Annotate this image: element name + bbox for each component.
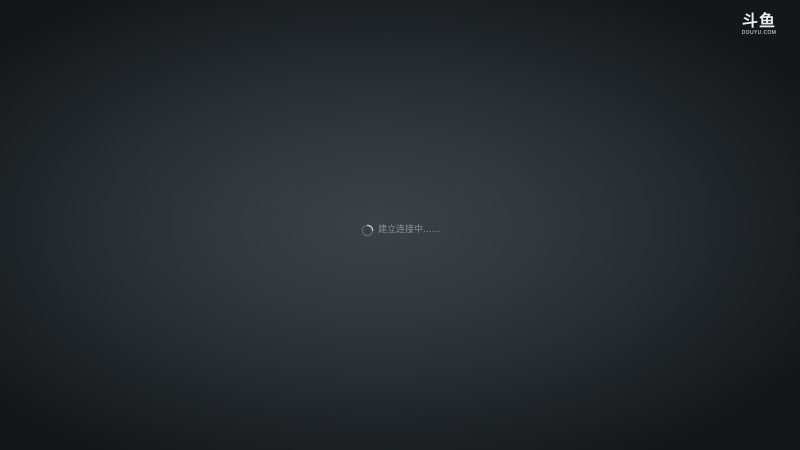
loading-text: 建立连接中...... [378, 225, 441, 235]
logo-mark: 斗鱼 [741, 11, 776, 30]
loading-indicator: 建立连接中...... [361, 222, 440, 238]
douyu-logo: 斗鱼 DOUYU.COM [732, 12, 786, 37]
logo-subtitle: DOUYU.COM [741, 30, 777, 36]
spinner-icon [361, 224, 374, 236]
video-player[interactable]: 斗鱼 DOUYU.COM 建立连接中...... [0, 0, 800, 450]
